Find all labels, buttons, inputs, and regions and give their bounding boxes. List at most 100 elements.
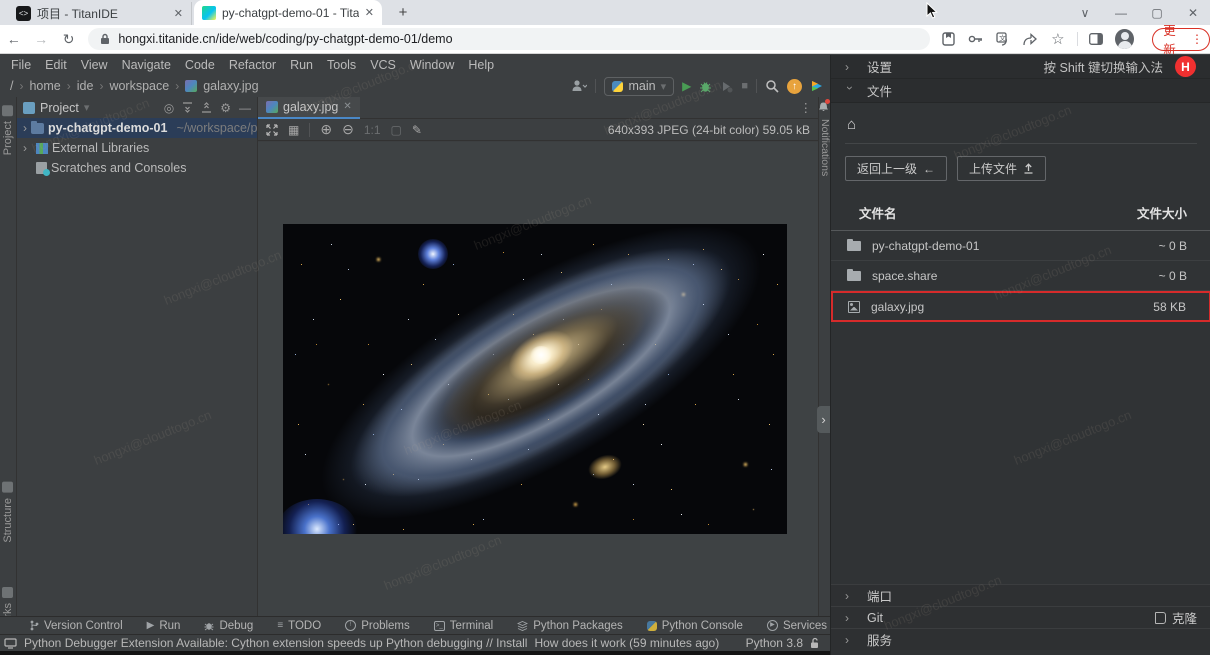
toolstrip-project-button[interactable]: Project (2, 105, 14, 155)
breadcrumb-ide[interactable]: ide (75, 79, 96, 93)
expand-all-icon[interactable] (182, 102, 193, 113)
python-interpreter[interactable]: Python 3.8 (746, 636, 803, 650)
bookmark-star-icon[interactable]: ☆ (1049, 30, 1066, 48)
file-row-spaceshare[interactable]: space.share ~ 0 B (831, 261, 1210, 291)
menu-vcs[interactable]: VCS (363, 58, 403, 72)
toolwindow-debug[interactable]: Debug (204, 620, 253, 632)
tree-row-external-libraries[interactable]: › External Libraries (17, 138, 257, 158)
file-row-galaxy-highlighted[interactable]: galaxy.jpg 58 KB (831, 291, 1210, 322)
grid-toggle-icon[interactable]: ▦ (288, 123, 299, 137)
close-tab-icon[interactable]: ✕ (343, 101, 351, 112)
tree-row-project-root[interactable]: › py-chatgpt-demo-01 ~/workspace/py-cl (17, 118, 257, 138)
new-tab-button[interactable]: + (392, 3, 414, 23)
search-everywhere-icon[interactable] (765, 79, 779, 93)
panel-expander-button[interactable]: › (817, 406, 830, 433)
fit-zoom-icon[interactable] (266, 124, 278, 136)
tree-chevron-icon[interactable]: › (23, 141, 32, 155)
status-message[interactable]: Python Debugger Extension Available: Cyt… (24, 636, 527, 650)
refresh-button[interactable]: ↻ (55, 31, 82, 48)
settings-gear-icon[interactable]: ⚙ (220, 101, 231, 115)
tree-chevron-icon[interactable]: › (23, 121, 27, 135)
back-button[interactable]: ← (0, 31, 27, 47)
toolwindow-python-packages[interactable]: Python Packages (517, 620, 623, 632)
user-icon[interactable] (571, 79, 587, 93)
profile-avatar[interactable] (1115, 29, 1134, 49)
bug-icon (204, 621, 214, 631)
services-section-header[interactable]: › 服务 (831, 628, 1210, 650)
run-with-coverage-button[interactable] (720, 80, 733, 93)
chrome-update-button[interactable]: 更新 ⋮ (1152, 28, 1210, 51)
side-panel-icon[interactable] (1088, 30, 1105, 48)
upload-file-button[interactable]: 上传文件 (957, 156, 1046, 181)
menu-help[interactable]: Help (461, 58, 501, 72)
actual-size-button[interactable]: 1:1 (364, 123, 381, 137)
home-icon[interactable]: ⌂ (831, 104, 1210, 133)
forward-button[interactable]: → (27, 31, 54, 47)
toolwindow-run[interactable]: ▶ Run (147, 620, 181, 632)
translate-icon[interactable]: 文 (994, 30, 1011, 48)
ports-section-header[interactable]: › 端口 (831, 584, 1210, 606)
breadcrumb-workspace[interactable]: workspace (107, 79, 171, 93)
collapse-all-icon[interactable] (201, 102, 212, 113)
selection-tool-icon[interactable]: ▢ (391, 123, 402, 137)
menu-refactor[interactable]: Refactor (222, 58, 283, 72)
breadcrumb-home[interactable]: home (27, 79, 62, 93)
menu-tools[interactable]: Tools (320, 58, 363, 72)
ide-update-icon[interactable]: ↑ (787, 79, 802, 94)
run-button[interactable]: ▶ (682, 79, 691, 93)
debug-button[interactable] (699, 80, 712, 93)
menu-file[interactable]: File (4, 58, 38, 72)
unlock-icon[interactable] (810, 637, 820, 649)
close-tab-icon[interactable]: ✕ (365, 6, 374, 19)
minimize-button[interactable]: — (1104, 0, 1138, 25)
run-config-selector[interactable]: main ▾ (604, 77, 674, 96)
tab-options-icon[interactable]: ⋮ (800, 100, 813, 115)
toolwindow-version-control[interactable]: Version Control (30, 620, 123, 632)
tab-search-icon[interactable]: ∨ (1068, 0, 1102, 25)
browser-tab-project[interactable]: py-chatgpt-demo-01 - TitanID ✕ (194, 0, 382, 25)
browser-tab-titanide[interactable]: <> 项目 - TitanIDE ✕ (8, 2, 192, 25)
user-avatar[interactable]: H (1175, 56, 1196, 77)
browser-menu-icon[interactable]: ⋮ (1191, 32, 1203, 46)
chevron-down-icon[interactable]: ▾ (84, 101, 90, 114)
files-section-header[interactable]: › 文件 (831, 79, 1210, 103)
menu-window[interactable]: Window (403, 58, 461, 72)
toolwindow-problems[interactable]: ! Problems (345, 620, 410, 632)
toolwindow-todo[interactable]: ≡ TODO (277, 620, 321, 632)
file-row-pychatgpt[interactable]: py-chatgpt-demo-01 ~ 0 B (831, 231, 1210, 261)
menu-navigate[interactable]: Navigate (115, 58, 178, 72)
color-picker-icon[interactable]: ✎ (412, 123, 422, 137)
breadcrumb-file[interactable]: galaxy.jpg (201, 79, 260, 93)
hide-panel-icon[interactable]: — (239, 101, 251, 115)
password-key-icon[interactable] (967, 30, 984, 48)
settings-section-header[interactable]: › 设置 按 Shift 键切换输入法 H (831, 55, 1210, 79)
locate-file-icon[interactable]: ◎ (164, 101, 174, 115)
menu-run[interactable]: Run (283, 58, 320, 72)
git-section-header[interactable]: › Git 克隆 (831, 606, 1210, 628)
address-bar[interactable]: hongxi.titanide.cn/ide/web/coding/py-cha… (88, 28, 929, 50)
image-viewer[interactable] (258, 142, 818, 655)
breadcrumb-root[interactable]: / (8, 79, 15, 93)
close-tab-icon[interactable]: ✕ (174, 7, 183, 20)
menu-edit[interactable]: Edit (38, 58, 74, 72)
notifications-bell[interactable] (818, 100, 829, 115)
settings-label: 设置 (867, 57, 892, 76)
tree-row-scratches[interactable]: Scratches and Consoles (17, 158, 257, 178)
status-followup-link[interactable]: How does it work (59 minutes ago) (534, 636, 719, 650)
titan-colorful-logo-icon[interactable] (810, 79, 824, 93)
zoom-out-icon[interactable]: ⊖ (342, 121, 354, 138)
toolwindow-terminal[interactable]: >_ Terminal (434, 620, 493, 632)
editor-tab-galaxy[interactable]: galaxy.jpg ✕ (258, 97, 360, 119)
bookmark-card-icon[interactable] (940, 30, 957, 48)
toolstrip-structure-button[interactable]: Structure (2, 482, 14, 543)
git-clone-button[interactable]: 克隆 (1155, 608, 1197, 627)
menu-code[interactable]: Code (178, 58, 222, 72)
toolwindow-python-console[interactable]: Python Console (647, 620, 743, 632)
toolwindow-services[interactable]: ▶ Services (767, 620, 827, 632)
back-parent-button[interactable]: 返回上一级 ← (845, 156, 947, 181)
share-icon[interactable] (1022, 30, 1039, 48)
stop-button[interactable]: ■ (741, 80, 748, 92)
menu-view[interactable]: View (74, 58, 115, 72)
zoom-in-icon[interactable]: ⊕ (320, 121, 332, 138)
project-panel-title[interactable]: Project (40, 101, 79, 115)
